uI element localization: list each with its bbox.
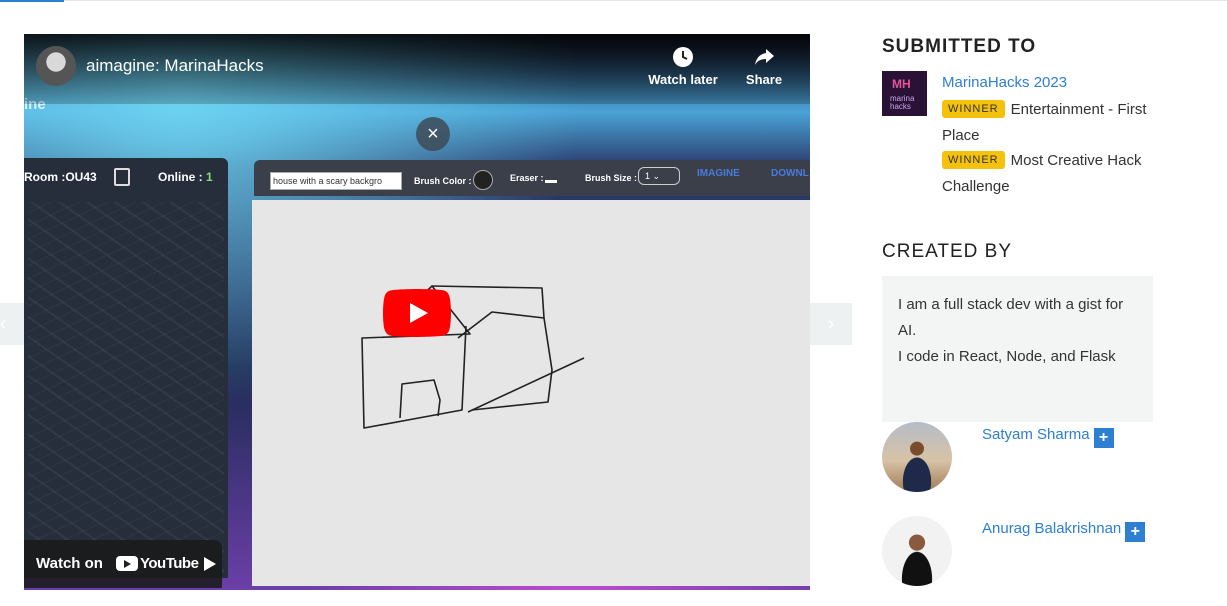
watch-later-button[interactable]: Watch later [643, 46, 723, 87]
eraser-label: Eraser : [510, 173, 544, 183]
watch-on-label: Watch on [36, 555, 103, 572]
top-divider [0, 0, 1227, 1]
brush-size-select: 1 ⌄ [638, 167, 680, 185]
brush-size-label: Brush Size : [585, 173, 638, 183]
hackathon-thumb-mark: MH [892, 77, 911, 91]
video-title[interactable]: aimagine: MarinaHacks [86, 56, 264, 76]
download-button: DOWNL [771, 168, 809, 179]
winner-badge: WINNER [942, 151, 1005, 169]
next-icon [204, 557, 216, 571]
brush-size-value: 1 [645, 171, 651, 181]
prize-item: WINNER Entertainment - First Place [942, 97, 1152, 149]
play-icon[interactable] [383, 289, 451, 337]
room-label: Room :OU43 [24, 170, 97, 184]
member-avatar[interactable] [882, 422, 952, 492]
online-label: Online : [158, 170, 203, 184]
close-icon: × [416, 117, 450, 151]
chevron-right-icon: › [827, 312, 835, 335]
follow-plus-button[interactable]: + [1125, 522, 1146, 542]
hackathon-thumbnail[interactable]: MH marina hacks [882, 71, 927, 116]
bio-line: I code in React, Node, and Flask [898, 348, 1116, 365]
youtube-wordmark: YouTube [140, 555, 199, 572]
bio-pointer [906, 406, 924, 415]
share-arrow-icon [755, 49, 774, 65]
carousel-prev-button[interactable]: ‹ [0, 303, 24, 345]
share-button[interactable]: Share [724, 46, 804, 87]
member-name-anurag: Anurag Balakrishnan + [982, 520, 1146, 542]
online-count: 1 [206, 170, 213, 184]
youtube-logo-icon [116, 556, 138, 571]
share-label: Share [745, 72, 783, 87]
created-by-heading: CREATED BY [882, 241, 1013, 262]
brush-color-swatch [473, 170, 493, 190]
active-tab-indicator [0, 0, 64, 2]
member-name-link[interactable]: Anurag Balakrishnan [982, 520, 1121, 537]
follow-plus-button[interactable]: + [1093, 428, 1114, 448]
member-bio: I am a full stack dev with a gist for AI… [882, 276, 1153, 422]
chevron-left-icon: ‹ [0, 312, 7, 335]
bio-line: I am a full stack dev with a gist for AI… [898, 296, 1124, 339]
youtube-video-player[interactable]: ine Room :OU43 Online : 1 house with a s… [24, 34, 810, 590]
watch-on-youtube-button[interactable]: Watch on YouTube [24, 540, 222, 588]
watch-later-label: Watch later [648, 72, 718, 87]
submitted-to-heading: SUBMITTED TO [882, 36, 1037, 57]
brush-color-label: Brush Color : [414, 176, 472, 186]
channel-avatar[interactable] [36, 46, 76, 86]
online-indicator: Online : 1 [158, 170, 213, 184]
member-name-link[interactable]: Satyam Sharma [982, 426, 1090, 443]
imagine-button: IMAGINE [697, 168, 740, 179]
house-sketch [361, 285, 585, 429]
clock-icon [673, 47, 693, 67]
copy-icon [114, 168, 130, 186]
carousel-next-button[interactable]: › [810, 303, 852, 345]
hackathon-link[interactable]: MarinaHacks 2023 [942, 74, 1067, 91]
member-avatar[interactable] [882, 516, 952, 586]
hackathon-thumb-text: marina hacks [890, 94, 915, 111]
winner-badge: WINNER [942, 100, 1005, 118]
member-name-satyam: Satyam Sharma + [982, 426, 1114, 448]
eraser-icon [545, 180, 557, 183]
prompt-input: house with a scary backgro [270, 172, 402, 190]
drawing-canvas [252, 200, 810, 586]
prize-item: WINNER Most Creative Hack Challenge [942, 148, 1152, 200]
math-background [28, 202, 224, 572]
